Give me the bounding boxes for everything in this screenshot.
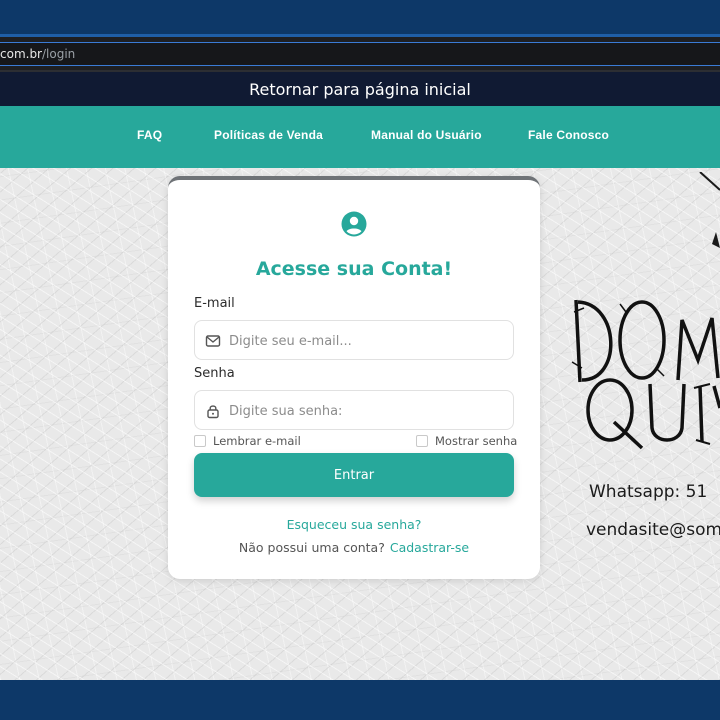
window-frame-top [0, 0, 720, 34]
nav-item-contact[interactable]: Fale Conosco [528, 128, 609, 142]
address-bar[interactable]: com.br/login [0, 42, 720, 66]
signup-row: Não possui uma conta? Cadastrar-se [168, 540, 540, 555]
main-nav: FAQ Políticas de Venda Manual do Usuário… [0, 106, 720, 168]
lock-icon [207, 405, 219, 419]
signup-link[interactable]: Cadastrar-se [390, 540, 469, 555]
nav-item-sales-policies[interactable]: Políticas de Venda [214, 128, 323, 142]
remember-email-checkbox[interactable] [194, 435, 206, 447]
password-input[interactable] [229, 399, 499, 423]
show-password-option[interactable]: Mostrar senha [416, 434, 517, 448]
browser-toolbar: com.br/login [0, 34, 720, 72]
whatsapp-contact: Whatsapp: 51 [589, 482, 708, 502]
return-home-link[interactable]: Retornar para página inicial [249, 80, 471, 99]
envelope-icon [205, 335, 221, 347]
email-field[interactable] [194, 320, 514, 360]
email-label: E-mail [194, 296, 235, 311]
show-password-label: Mostrar senha [435, 434, 518, 448]
nav-item-user-manual[interactable]: Manual do Usuário [371, 128, 482, 142]
nav-item-faq[interactable]: FAQ [137, 128, 162, 142]
remember-email-label: Lembrar e-mail [213, 434, 301, 448]
url-host: com.br [0, 47, 42, 61]
forgot-password-link[interactable]: Esqueceu sua senha? [168, 517, 540, 532]
login-title: Acesse sua Conta! [255, 258, 453, 280]
password-field[interactable] [194, 390, 514, 430]
email-input[interactable] [229, 329, 499, 353]
brand-logo [571, 172, 720, 450]
window-frame-bottom [0, 680, 720, 720]
url-path: /login [42, 47, 76, 61]
show-password-checkbox[interactable] [416, 435, 428, 447]
login-submit-button[interactable]: Entrar [194, 453, 514, 497]
user-circle-icon [341, 211, 367, 237]
password-label: Senha [194, 366, 235, 381]
email-contact: vendasite@som [586, 520, 720, 540]
no-account-text: Não possui uma conta? [238, 540, 385, 555]
return-home-bar[interactable]: Retornar para página inicial [0, 72, 720, 106]
login-card: Acesse sua Conta! E-mail Senha Lembrar e… [168, 176, 540, 579]
remember-email-option[interactable]: Lembrar e-mail [194, 434, 301, 448]
